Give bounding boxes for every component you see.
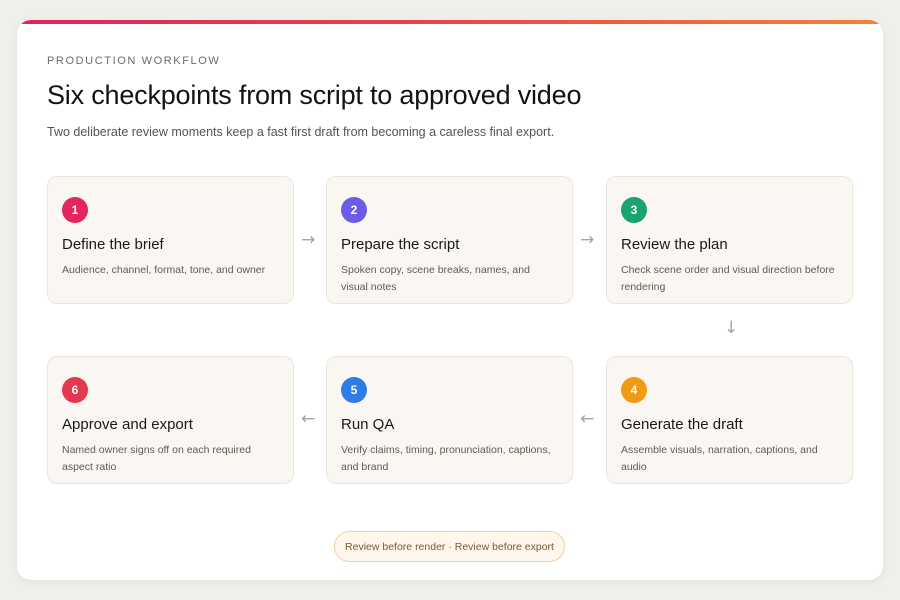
review-checkpoints-badge: Review before render · Review before exp… (334, 531, 565, 562)
step-3-title: Review the plan (621, 236, 728, 253)
arrow-down-icon: ↓ (724, 318, 739, 338)
arrow-left-icon: ← (580, 409, 595, 429)
step-4-card: 4 Generate the draft Assemble visuals, n… (606, 356, 853, 484)
step-3-card: 3 Review the plan Check scene order and … (606, 176, 853, 304)
step-2-card: 2 Prepare the script Spoken copy, scene … (326, 176, 573, 304)
step-1-card: 1 Define the brief Audience, channel, fo… (47, 176, 294, 304)
accent-bar (17, 20, 883, 24)
step-6-description: Named owner signs off on each required a… (62, 444, 251, 473)
step-6-badge: 6 (62, 377, 88, 403)
eyebrow-label: PRODUCTION WORKFLOW (47, 55, 221, 67)
step-2-badge: 2 (341, 197, 367, 223)
step-6-title: Approve and export (62, 416, 193, 433)
step-5-description: Verify claims, timing, pronunciation, ca… (341, 444, 551, 473)
page-subtitle: Two deliberate review moments keep a fas… (47, 125, 555, 139)
page-title: Six checkpoints from script to approved … (47, 80, 582, 110)
step-4-title: Generate the draft (621, 416, 743, 433)
workflow-card: PRODUCTION WORKFLOW Six checkpoints from… (17, 20, 883, 580)
step-2-title: Prepare the script (341, 236, 460, 253)
step-1-description: Audience, channel, format, tone, and own… (62, 264, 266, 276)
arrow-right-icon: → (301, 230, 316, 250)
step-3-description: Check scene order and visual direction b… (621, 264, 835, 293)
step-6-card: 6 Approve and export Named owner signs o… (47, 356, 294, 484)
step-4-badge: 4 (621, 377, 647, 403)
step-4-description: Assemble visuals, narration, captions, a… (621, 444, 818, 473)
step-5-badge: 5 (341, 377, 367, 403)
arrow-left-icon: ← (301, 409, 316, 429)
step-2-description: Spoken copy, scene breaks, names, and vi… (341, 264, 530, 293)
step-5-title: Run QA (341, 416, 395, 433)
step-1-title: Define the brief (62, 236, 164, 253)
step-1-badge: 1 (62, 197, 88, 223)
arrow-right-icon: → (580, 230, 595, 250)
step-5-card: 5 Run QA Verify claims, timing, pronunci… (326, 356, 573, 484)
step-3-badge: 3 (621, 197, 647, 223)
